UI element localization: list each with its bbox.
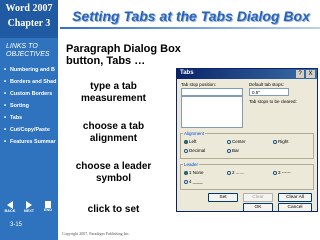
callout-tab-measurement: type a tab measurement [80,81,147,104]
links-title: LINKS TO OBJECTIVES [6,43,50,58]
radio-icon [184,139,188,144]
tab-stop-label: Tab stop position: [181,82,217,87]
objective-link[interactable]: • Numbering and B [2,64,58,76]
alignment-group: Alignment Left Center Right Decimal Bar [180,131,314,159]
close-icon[interactable]: X [306,70,315,78]
callout-tab-alignment: choose a tab alignment [82,121,145,144]
slide-number: 3-15 [10,222,23,228]
align-right-label: Right [278,139,289,144]
back-label: BACK [4,209,16,213]
cancel-button[interactable]: Cancel [278,203,312,211]
align-left-radio[interactable]: Left [184,139,197,144]
objective-link[interactable]: • Tabs [2,112,58,124]
end-square-icon [45,201,51,208]
tabs-dialog: Tabs ? X Tab stop position: Default tab … [176,68,318,212]
end-label: END [43,208,53,212]
leader-none-label: 1 None [189,170,204,175]
navigation-buttons: BACK NEXT END [3,200,55,214]
objective-label: Borders and Shad [10,79,57,85]
radio-icon [273,170,277,175]
objective-label: Tabs [10,115,23,121]
objective-label: Cut/Copy/Paste [10,127,50,133]
align-decimal-label: Decimal [189,148,206,153]
align-right-radio[interactable]: Right [273,139,289,144]
objective-link[interactable]: • Borders and Shad [2,76,58,88]
dialog-title-bar: Tabs ? X [177,69,317,79]
objective-link[interactable]: • Cut/Copy/Paste [2,124,58,136]
align-center-radio[interactable]: Center [227,139,246,144]
bullet-icon: • [4,139,7,145]
default-tab-stops-label: Default tab stops: [249,82,285,87]
leader-underline-label: 4 ____ [189,179,203,184]
default-tab-stops-input[interactable]: 0.5" [249,88,289,96]
set-button[interactable]: Set [208,193,238,202]
brand-line-1: Word 2007 [5,3,53,14]
bullet-icon: • [4,127,7,133]
objective-label: Features Summar [10,139,56,145]
align-bar-label: Bar [232,148,240,153]
default-tab-stops-value: 0.5" [252,90,260,95]
radio-icon [184,170,188,175]
radio-icon [227,148,231,153]
dialog-title: Tabs [180,70,194,76]
radio-icon [227,170,231,175]
leader-none-radio[interactable]: 1 None [184,170,204,175]
bullet-icon: • [4,103,7,109]
leader-heading: Leader [183,162,200,167]
radio-icon [227,139,231,144]
end-button[interactable]: END [41,200,55,214]
next-label: NEXT [23,209,35,213]
help-icon[interactable]: ? [296,70,304,78]
arrow-right-icon [26,201,32,209]
objective-link[interactable]: • Sorting [2,100,58,112]
bullet-icon: • [4,91,7,97]
align-left-label: Left [189,139,197,144]
tab-stops-cleared-label: Tab stops to be cleared: [249,99,297,104]
objective-label: Sorting [10,103,29,109]
leader-dashes-radio[interactable]: 3 ------ [273,170,291,175]
leader-group: Leader 1 None 2 ....... 3 ------ 4 ____ [180,162,314,190]
copyright-notice: Copyright 2007, Paradigm Publishing Inc. [62,231,130,236]
leader-dots-label: 2 ....... [232,170,245,175]
brand-block: Word 2007 Chapter 3 [0,0,58,38]
align-bar-radio[interactable]: Bar [227,148,239,153]
leader-underline-radio[interactable]: 4 ____ [184,179,203,184]
objective-link[interactable]: • Features Summar [2,136,58,148]
sidebar: Word 2007 Chapter 3 LINKS TO OBJECTIVES … [0,0,58,240]
title-divider [60,27,320,29]
callout-leader-symbol: choose a leader symbol [75,161,152,184]
clear-all-button[interactable]: Clear All [278,193,312,202]
leader-dashes-label: 3 ------ [278,170,291,175]
objective-label: Numbering and B [10,67,55,73]
bullet-icon: • [4,67,7,73]
next-button[interactable]: NEXT [22,200,36,214]
tab-stop-input[interactable] [181,88,243,96]
objective-link[interactable]: • Custom Borders [2,88,58,100]
slide-subtitle: Paragraph Dialog Box button, Tabs … [66,43,181,67]
tab-stop-list[interactable] [181,96,243,128]
slide-title: Setting Tabs at the Tabs Dialog Box [72,8,310,24]
radio-icon [184,179,188,184]
radio-icon [273,139,277,144]
align-center-label: Center [232,139,246,144]
radio-icon [184,148,188,153]
brand-line-2: Chapter 3 [7,18,51,29]
leader-dots-radio[interactable]: 2 ....... [227,170,245,175]
arrow-left-icon [7,201,13,209]
bullet-icon: • [4,79,7,85]
objective-label: Custom Borders [10,91,53,97]
ok-button[interactable]: OK [243,203,273,211]
objectives-list: • Numbering and B • Borders and Shad • Cust… [2,64,58,148]
bullet-icon: • [4,115,7,121]
callout-click-set: click to set [87,204,140,215]
align-decimal-radio[interactable]: Decimal [184,148,205,153]
back-button[interactable]: BACK [3,200,17,214]
clear-button[interactable]: Clear [243,193,273,202]
alignment-heading: Alignment [183,131,206,136]
